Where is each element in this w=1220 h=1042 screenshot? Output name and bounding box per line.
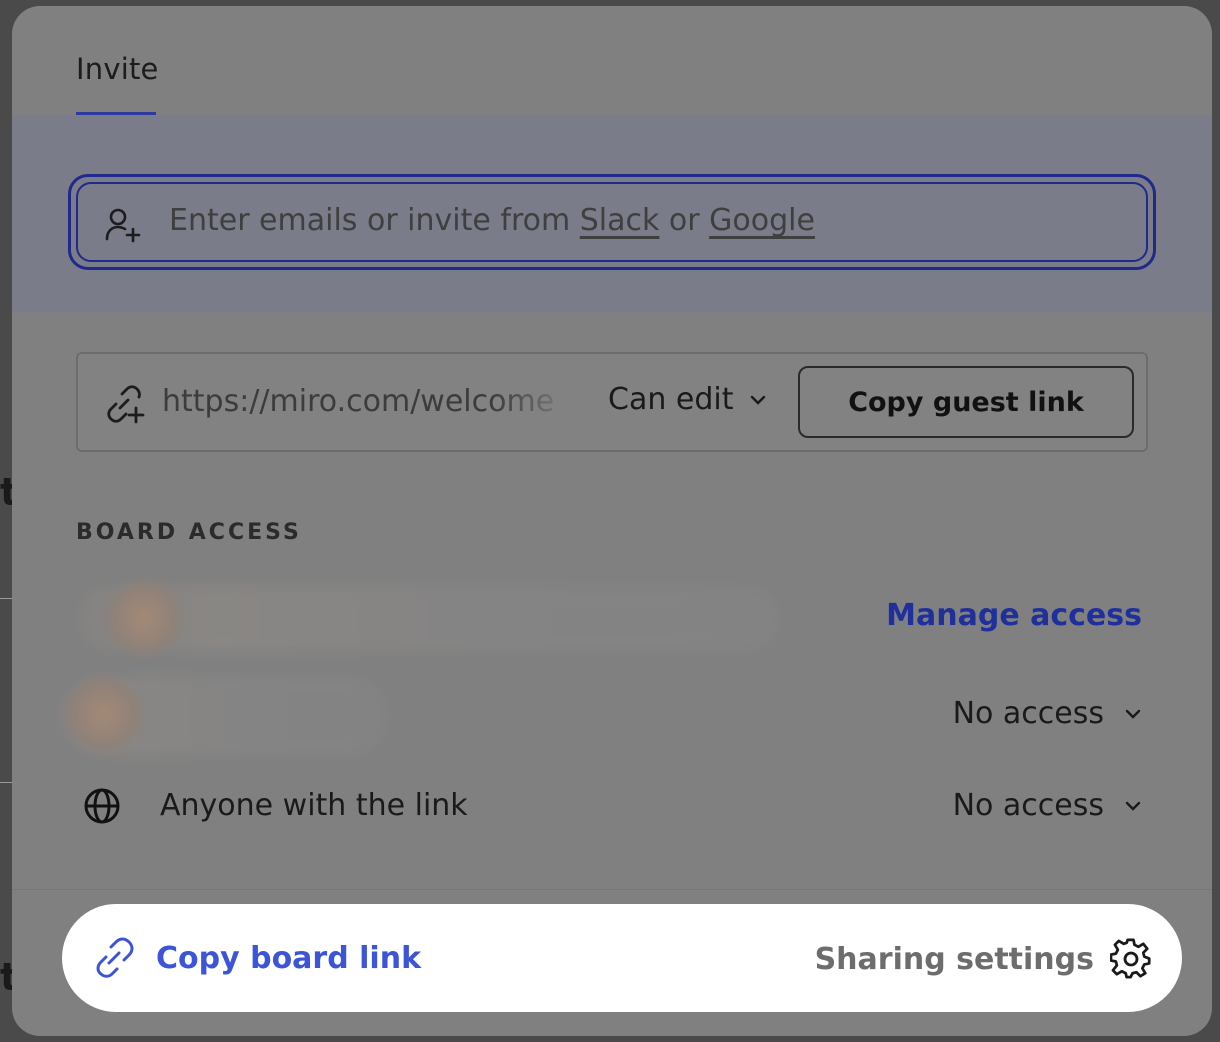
background-divider <box>0 782 12 783</box>
anyone-with-link-label: Anyone with the link <box>160 788 468 823</box>
guest-link-box: https://miro.com/welcome Can edit Copy g… <box>76 352 1148 452</box>
placeholder-text: Enter emails or invite from <box>169 203 580 238</box>
footer-bar: Copy board link Sharing settings <box>62 904 1182 1012</box>
gear-icon <box>1110 938 1151 979</box>
manage-access-link[interactable]: Manage access <box>886 598 1142 633</box>
globe-icon <box>84 788 120 824</box>
copy-board-link-label: Copy board link <box>156 940 422 976</box>
chevron-down-icon <box>751 395 766 405</box>
slack-link[interactable]: Slack <box>580 203 660 238</box>
chevron-down-icon <box>1125 801 1141 811</box>
footer-divider <box>12 889 1212 890</box>
link-plus-icon <box>107 385 145 424</box>
share-modal: Invite Enter emails or invite from Slack… <box>12 6 1212 1036</box>
copy-board-link-button[interactable]: Copy board link <box>92 936 421 980</box>
link-permission-select[interactable]: No access <box>953 788 1142 823</box>
guest-permission-select[interactable]: Can edit <box>608 382 767 417</box>
placeholder-or: or <box>659 203 710 238</box>
google-link[interactable]: Google <box>709 203 815 238</box>
invite-email-input[interactable]: Enter emails or invite from Slack or Goo… <box>68 174 1156 270</box>
avatar <box>68 678 140 750</box>
invite-placeholder: Enter emails or invite from Slack or Goo… <box>169 203 815 238</box>
link-permission-value: No access <box>952 788 1104 823</box>
guest-link-url[interactable]: https://miro.com/welcome <box>162 384 574 419</box>
avatar <box>108 582 180 654</box>
background-divider <box>0 598 12 599</box>
member-row-blurred <box>78 586 778 652</box>
add-user-icon <box>105 208 141 243</box>
tab-invite[interactable]: Invite <box>76 52 159 86</box>
link-icon <box>96 937 134 978</box>
tab-bar: Invite <box>12 6 1212 116</box>
board-access-heading: BOARD ACCESS <box>76 520 302 545</box>
member-permission-value: No access <box>952 696 1104 731</box>
sharing-settings-label: Sharing settings <box>814 941 1094 977</box>
guest-permission-value: Can edit <box>608 382 734 417</box>
sharing-settings-button[interactable]: Sharing settings <box>815 938 1152 980</box>
copy-guest-link-button[interactable]: Copy guest link <box>798 366 1134 438</box>
member-permission-select[interactable]: No access <box>953 696 1142 731</box>
chevron-down-icon <box>1125 709 1141 719</box>
